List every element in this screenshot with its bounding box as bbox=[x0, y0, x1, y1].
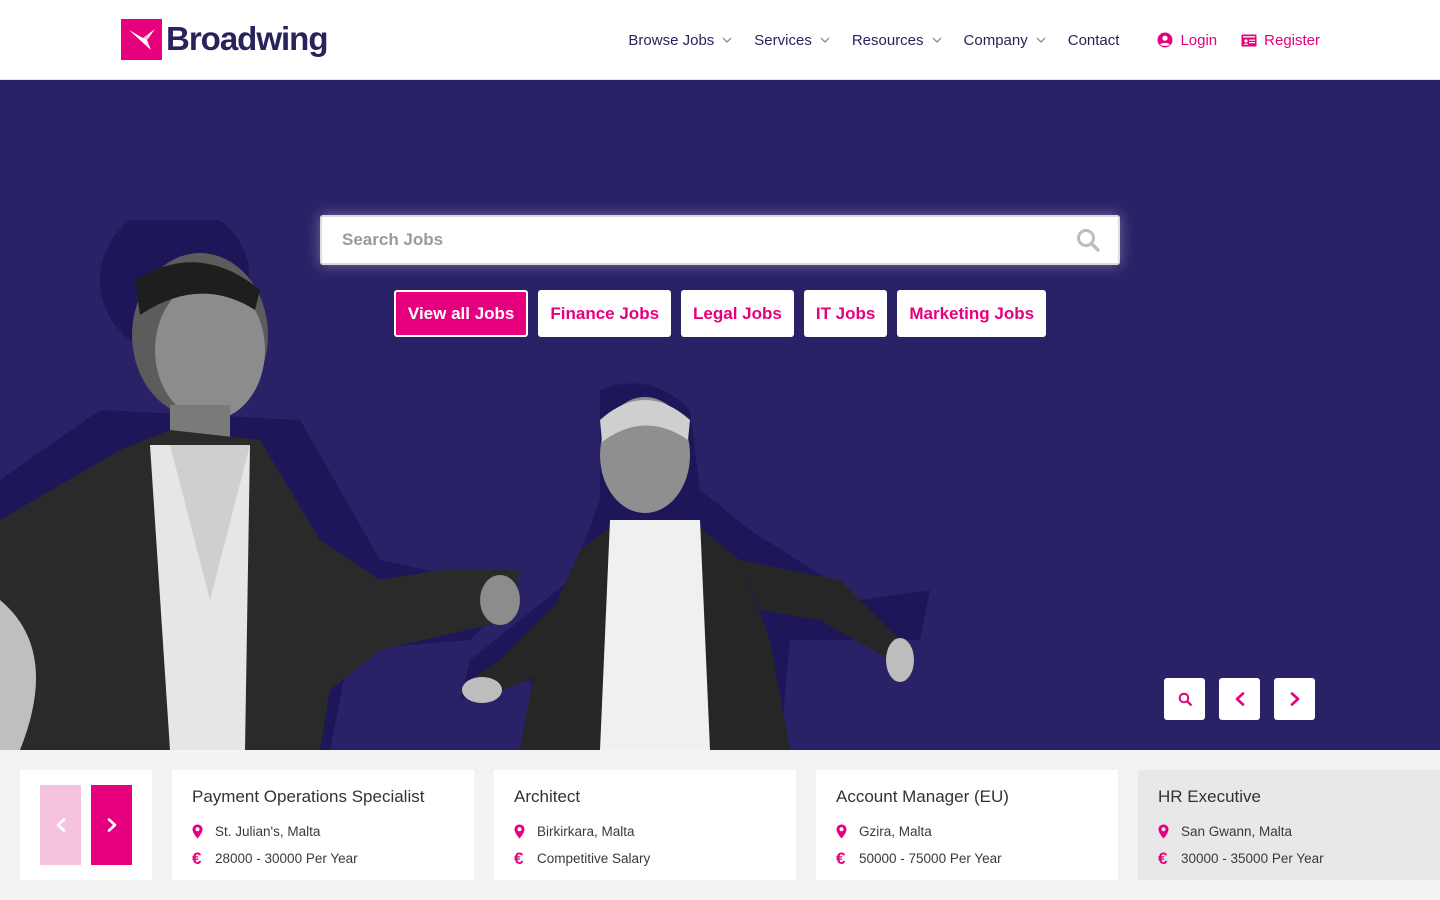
job-title: Architect bbox=[514, 787, 581, 806]
chevron-right-icon bbox=[1290, 692, 1299, 706]
chevron-down-icon bbox=[820, 37, 830, 43]
chevron-left-icon bbox=[1235, 692, 1244, 706]
job-location-text: Gzira, Malta bbox=[859, 824, 932, 839]
nav-label: Browse Jobs bbox=[628, 31, 715, 49]
euro-icon: € bbox=[514, 848, 524, 868]
chevron-right-icon bbox=[107, 818, 116, 832]
register-label: Register bbox=[1264, 31, 1320, 49]
nav-label: Company bbox=[963, 31, 1028, 49]
map-pin-icon bbox=[514, 824, 537, 839]
brand-name: Broadwing bbox=[166, 20, 328, 57]
nav-contact[interactable]: Contact bbox=[1068, 32, 1120, 49]
job-location-text: Birkirkara, Malta bbox=[537, 824, 635, 839]
job-location: San Gwann, Malta bbox=[1158, 818, 1420, 845]
logo[interactable]: Broadwing bbox=[121, 18, 328, 60]
job-title: Account Manager (EU) bbox=[836, 787, 1009, 806]
job-salary: € 28000 - 30000 Per Year bbox=[192, 845, 454, 872]
search-button[interactable] bbox=[1058, 217, 1118, 263]
euro-icon: € bbox=[1158, 848, 1168, 868]
site-header: Broadwing Browse Jobs Services Resources… bbox=[0, 0, 1440, 80]
job-card[interactable]: Payment Operations Specialist St. Julian… bbox=[172, 770, 474, 880]
map-pin-icon bbox=[1158, 824, 1181, 839]
job-salary-text: 50000 - 75000 Per Year bbox=[859, 851, 1002, 866]
hero-search-button[interactable] bbox=[1164, 678, 1205, 720]
chip-legal-jobs[interactable]: Legal Jobs bbox=[681, 290, 794, 337]
map-pin-icon bbox=[836, 824, 859, 839]
job-card[interactable]: Architect Birkirkara, Malta € Competitiv… bbox=[494, 770, 796, 880]
job-card[interactable]: Account Manager (EU) Gzira, Malta € 5000… bbox=[816, 770, 1118, 880]
nav-label: Resources bbox=[851, 31, 924, 49]
id-card-icon bbox=[1241, 34, 1257, 46]
nav-label: Contact bbox=[1067, 31, 1120, 49]
chevron-down-icon bbox=[932, 37, 941, 43]
chevron-down-icon bbox=[722, 37, 732, 43]
jobs-prev-button[interactable] bbox=[40, 785, 81, 865]
job-location-text: St. Julian's, Malta bbox=[215, 824, 321, 839]
login-label: Login bbox=[1180, 31, 1218, 49]
login-link[interactable]: Login bbox=[1157, 32, 1217, 49]
job-salary: € Competitive Salary bbox=[514, 845, 776, 872]
nav-resources[interactable]: Resources bbox=[852, 32, 942, 49]
job-title: HR Executive bbox=[1158, 787, 1261, 806]
bird-logo-icon bbox=[121, 18, 162, 60]
chip-it-jobs[interactable]: IT Jobs bbox=[803, 290, 888, 337]
job-salary: € 30000 - 35000 Per Year bbox=[1158, 845, 1420, 872]
job-salary-text: 28000 - 30000 Per Year bbox=[215, 851, 358, 866]
hero-prev-button[interactable] bbox=[1219, 678, 1260, 720]
map-pin-icon bbox=[192, 824, 215, 839]
nav-label: Services bbox=[754, 31, 812, 49]
job-location: Gzira, Malta bbox=[836, 818, 1098, 845]
featured-jobs-strip: Payment Operations Specialist St. Julian… bbox=[0, 750, 1440, 900]
chevron-left-icon bbox=[56, 818, 65, 832]
user-circle-icon bbox=[1157, 32, 1173, 48]
job-search-bar bbox=[320, 215, 1120, 265]
nav-services[interactable]: Services bbox=[754, 32, 830, 49]
job-category-chips: View all Jobs Finance Jobs Legal Jobs IT… bbox=[0, 290, 1440, 337]
job-location: Birkirkara, Malta bbox=[514, 818, 776, 845]
job-card[interactable]: HR Executive San Gwann, Malta € 30000 - … bbox=[1138, 770, 1440, 880]
main-nav: Browse Jobs Services Resources Company C… bbox=[628, 0, 1320, 80]
search-icon bbox=[1178, 692, 1192, 706]
nav-company[interactable]: Company bbox=[964, 32, 1046, 49]
jobs-carousel-nav bbox=[20, 770, 152, 880]
job-salary-text: Competitive Salary bbox=[537, 851, 651, 866]
chip-view-all-jobs[interactable]: View all Jobs bbox=[393, 290, 529, 337]
job-salary-text: 30000 - 35000 Per Year bbox=[1181, 851, 1324, 866]
search-input[interactable] bbox=[322, 217, 1058, 263]
job-location: St. Julian's, Malta bbox=[192, 818, 454, 845]
jobs-next-button[interactable] bbox=[91, 785, 132, 865]
job-title: Payment Operations Specialist bbox=[192, 787, 425, 806]
euro-icon: € bbox=[192, 848, 202, 868]
job-location-text: San Gwann, Malta bbox=[1181, 824, 1293, 839]
nav-browse-jobs[interactable]: Browse Jobs bbox=[628, 32, 732, 49]
search-icon bbox=[1077, 229, 1100, 252]
hero-banner: View all Jobs Finance Jobs Legal Jobs IT… bbox=[0, 80, 1440, 750]
euro-icon: € bbox=[836, 848, 846, 868]
register-link[interactable]: Register bbox=[1241, 32, 1320, 49]
job-salary: € 50000 - 75000 Per Year bbox=[836, 845, 1098, 872]
hero-next-button[interactable] bbox=[1274, 678, 1315, 720]
hero-person-right-image bbox=[460, 383, 930, 750]
chip-finance-jobs[interactable]: Finance Jobs bbox=[538, 290, 672, 337]
chevron-down-icon bbox=[1036, 37, 1046, 43]
chip-marketing-jobs[interactable]: Marketing Jobs bbox=[897, 290, 1047, 337]
hero-controls bbox=[1164, 678, 1329, 720]
